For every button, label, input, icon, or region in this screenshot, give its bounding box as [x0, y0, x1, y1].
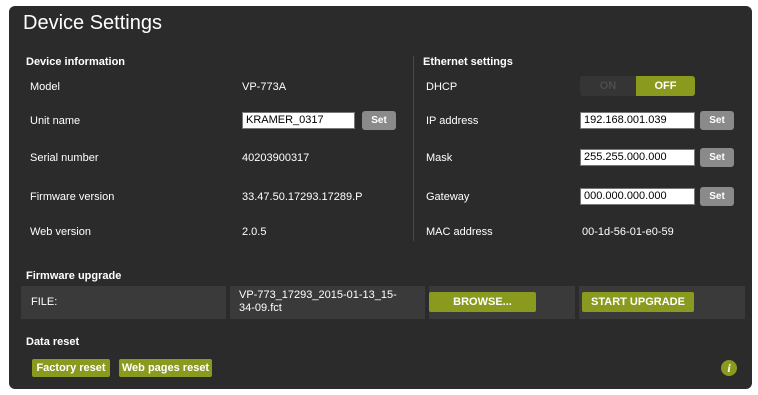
gateway-set-button[interactable]: Set: [700, 187, 734, 206]
gateway-input[interactable]: 000.000.000.000: [580, 188, 695, 205]
file-name-line-1: VP-773_17293_2015-01-13_15-: [239, 289, 397, 301]
firmware-version-value: 33.47.50.17293.17289.P: [242, 191, 363, 203]
device-info-heading: Device information: [26, 56, 126, 68]
unit-name-input[interactable]: KRAMER_0317: [242, 112, 355, 129]
firmware-upgrade-heading: Firmware upgrade: [26, 270, 122, 282]
info-icon[interactable]: i: [721, 360, 737, 376]
ethernet-heading: Ethernet settings: [423, 56, 513, 68]
web-version-value: 2.0.5: [242, 226, 267, 238]
web-pages-reset-button[interactable]: Web pages reset: [119, 359, 212, 377]
browse-button[interactable]: BROWSE...: [429, 292, 536, 312]
data-reset-heading: Data reset: [26, 336, 80, 348]
web-version-label: Web version: [30, 226, 91, 238]
dhcp-toggle[interactable]: ON OFF: [580, 76, 695, 96]
dhcp-label: DHCP: [426, 81, 458, 93]
mask-input[interactable]: 255.255.000.000: [580, 149, 695, 166]
column-divider: [413, 56, 414, 241]
mask-set-button[interactable]: Set: [700, 148, 734, 167]
dhcp-on-option[interactable]: ON: [580, 76, 636, 96]
factory-reset-button[interactable]: Factory reset: [32, 359, 110, 377]
firmware-version-label: Firmware version: [30, 191, 115, 203]
dhcp-off-option[interactable]: OFF: [636, 76, 695, 96]
file-name: VP-773_17293_2015-01-13_15- 34-09.fct: [239, 289, 429, 315]
model-label: Model: [30, 81, 60, 93]
fw-divider: [575, 286, 579, 319]
serial-number-label: Serial number: [30, 152, 99, 164]
mac-address-label: MAC address: [426, 226, 493, 238]
page-title: Device Settings: [23, 12, 162, 34]
mask-label: Mask: [426, 152, 453, 164]
gateway-label: Gateway: [426, 191, 470, 203]
file-name-line-2: 34-09.fct: [239, 302, 282, 314]
firmware-upgrade-bar: FILE: VP-773_17293_2015-01-13_15- 34-09.…: [21, 286, 745, 319]
mac-address-value: 00-1d-56-01-e0-59: [582, 226, 674, 238]
fw-divider: [226, 286, 230, 319]
model-value: VP-773A: [242, 81, 287, 93]
unit-name-label: Unit name: [30, 115, 81, 127]
ip-address-set-button[interactable]: Set: [700, 111, 734, 130]
device-settings-panel: Device Settings Device information Model…: [9, 6, 752, 389]
start-upgrade-button[interactable]: START UPGRADE: [582, 292, 694, 312]
file-label: FILE:: [31, 296, 58, 308]
ip-address-input[interactable]: 192.168.001.039: [580, 112, 695, 129]
ip-address-label: IP address: [426, 115, 479, 127]
unit-name-set-button[interactable]: Set: [362, 111, 396, 130]
serial-number-value: 40203900317: [242, 152, 310, 164]
